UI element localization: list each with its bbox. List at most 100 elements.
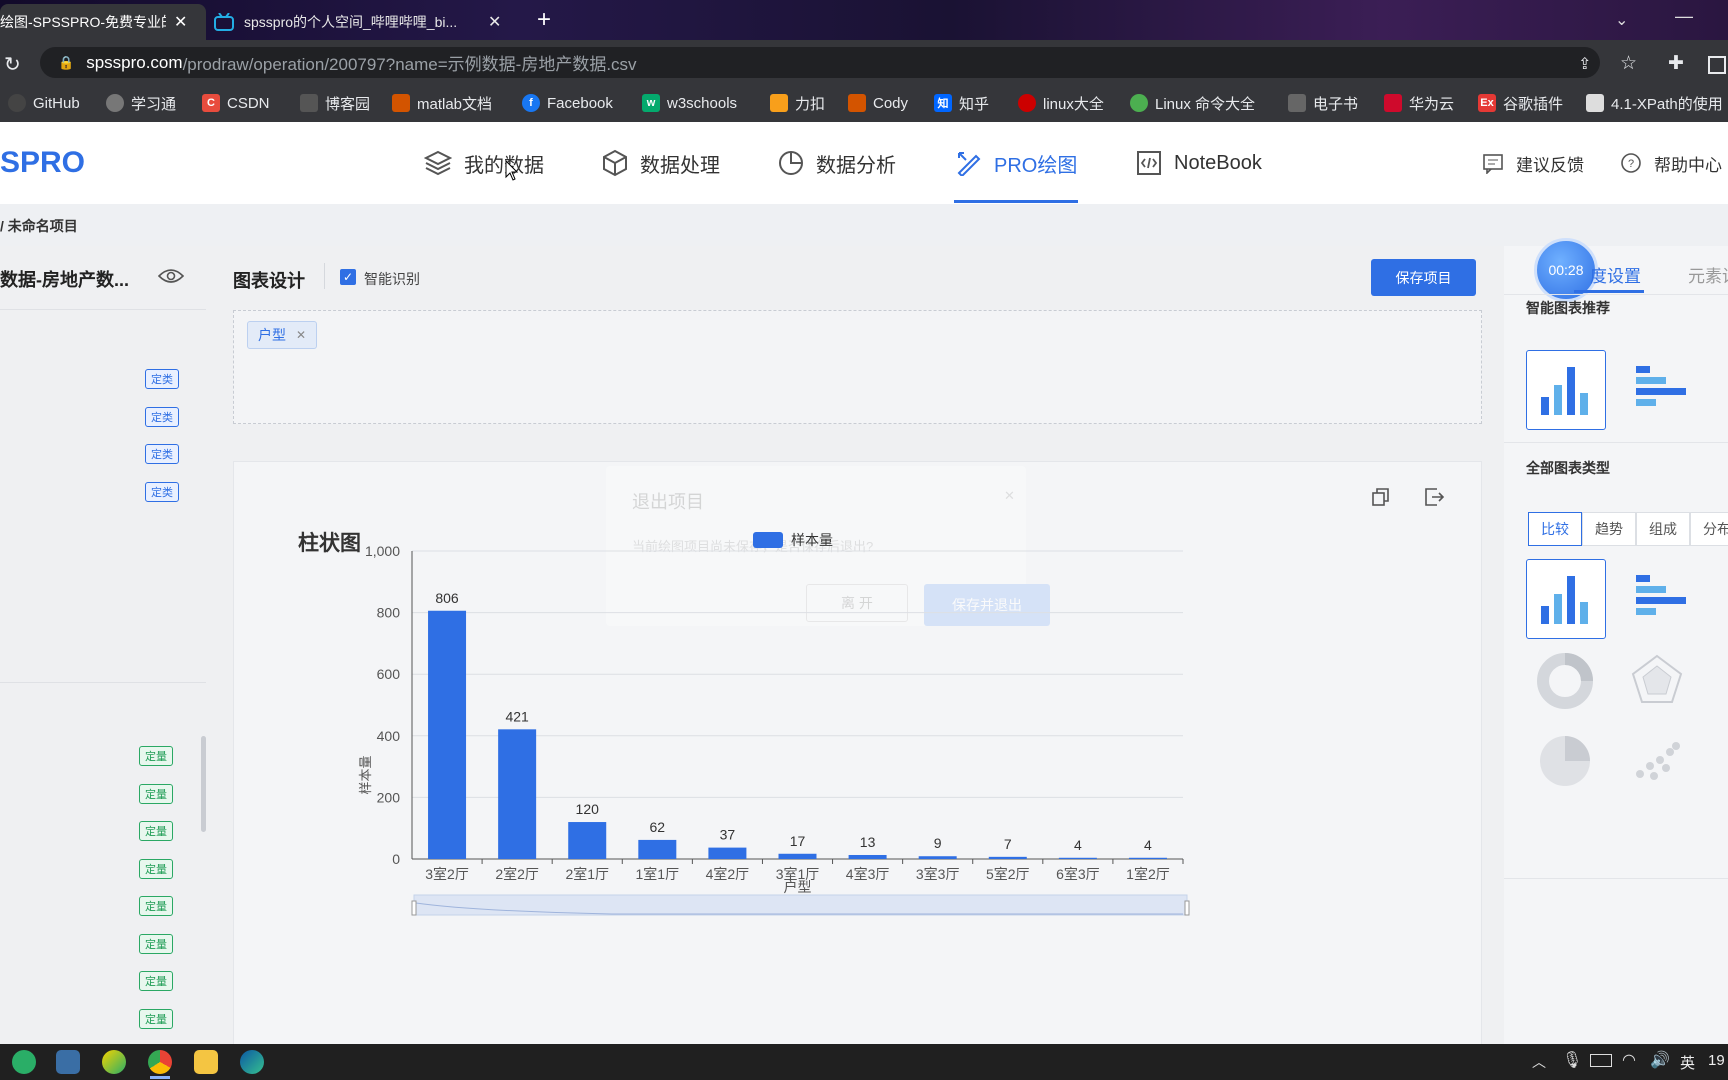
chevron-up-icon[interactable]: ︿ xyxy=(1532,1052,1546,1072)
donut-icon xyxy=(1537,653,1593,709)
bar-value-label: 4 xyxy=(1074,837,1082,853)
chevron-down-icon[interactable]: ⌄ xyxy=(1615,10,1628,30)
x-axis-label: 户型 xyxy=(784,879,812,895)
nav-my-data[interactable]: 我的数据 xyxy=(424,122,544,204)
type-tab-composition[interactable]: 组成 xyxy=(1636,512,1690,546)
star-icon[interactable]: ☆ xyxy=(1620,52,1637,75)
bar-value-label: 9 xyxy=(934,835,942,851)
bookmark-label: Cody xyxy=(873,94,909,112)
bookmark-ebook[interactable]: 电子书 xyxy=(1288,84,1358,122)
legend-swatch xyxy=(753,532,783,548)
close-icon[interactable]: ✕ xyxy=(296,328,306,342)
bookmark-linux-cmd[interactable]: Linux 命令大全 xyxy=(1130,84,1255,122)
url-field[interactable]: 🔒 spsspro.com /prodraw/operation/200797?… xyxy=(40,47,1600,78)
bookmark-zhihu[interactable]: 知知乎 xyxy=(934,84,989,122)
ex-icon: Ex xyxy=(1478,94,1496,112)
message-icon xyxy=(1483,154,1503,174)
bookmark-leetcode[interactable]: 力扣 xyxy=(770,84,825,122)
bar-value-label: 7 xyxy=(1004,836,1012,852)
save-project-button[interactable]: 保存项目 xyxy=(1371,259,1476,296)
tab-spsspro-draw[interactable]: 绘图-SPSSPRO-免费专业的... ✕ xyxy=(0,4,206,40)
close-icon[interactable]: ✕ xyxy=(488,12,501,32)
field-drop-zone[interactable] xyxy=(233,310,1482,424)
thumb-hbar-chart[interactable] xyxy=(1618,559,1696,637)
divider xyxy=(324,263,325,289)
chrome-icon[interactable] xyxy=(148,1050,172,1074)
bilibili-icon xyxy=(214,13,234,31)
nav-notebook[interactable]: NoteBook xyxy=(1136,122,1262,204)
thumb-bar-chart[interactable] xyxy=(1526,559,1606,639)
clock[interactable]: 19 xyxy=(1708,1052,1725,1069)
bookmark-huawei[interactable]: 华为云 xyxy=(1384,84,1454,122)
feedback-label: 建议反馈 xyxy=(1516,155,1584,175)
microphone-icon[interactable]: 🎙 xyxy=(1562,1050,1582,1070)
bookmark-csdn[interactable]: C CSDN xyxy=(202,84,270,122)
type-tab-trend[interactable]: 趋势 xyxy=(1582,512,1636,546)
minimize-icon[interactable]: — xyxy=(1675,6,1693,27)
share-icon[interactable]: ⇪ xyxy=(1578,54,1591,74)
breadcrumb: / 未命名项目 xyxy=(0,204,1728,246)
y-tick-label: 1,000 xyxy=(365,543,400,559)
sidebar-icon[interactable] xyxy=(1708,56,1726,74)
bookmark-matlab[interactable]: matlab文档 xyxy=(392,84,492,122)
thumb-scatter-chart[interactable] xyxy=(1618,722,1696,800)
bookmark-facebook[interactable]: f Facebook xyxy=(522,84,613,122)
cnblogs-icon xyxy=(300,94,318,112)
feedback-link[interactable]: 建议反馈 xyxy=(1482,122,1584,204)
nav-label: 我的数据 xyxy=(464,154,544,177)
thumb-pie-chart[interactable] xyxy=(1526,722,1604,800)
app-icon[interactable] xyxy=(56,1050,80,1074)
bookmark-w3schools[interactable]: w w3schools xyxy=(642,84,737,122)
folder-icon[interactable] xyxy=(194,1050,218,1074)
edge-icon[interactable] xyxy=(240,1050,264,1074)
battery-icon[interactable] xyxy=(1590,1054,1612,1067)
bar-value-label: 62 xyxy=(650,819,666,835)
wifi-icon[interactable]: ◠ xyxy=(1622,1050,1636,1070)
bookmark-xpath[interactable]: 4.1-XPath的使用 xyxy=(1586,84,1723,122)
y-tick-label: 600 xyxy=(377,666,401,682)
type-tab-compare[interactable]: 比较 xyxy=(1528,512,1582,546)
nav-data-analysis[interactable]: 数据分析 xyxy=(778,122,896,204)
ime-indicator[interactable]: 英 xyxy=(1680,1052,1695,1073)
nav-pro-draw[interactable]: PRO绘图 xyxy=(956,122,1077,204)
csdn-icon: C xyxy=(202,94,220,112)
bookmark-cody[interactable]: Cody xyxy=(848,84,908,122)
thumb-hbar-chart[interactable] xyxy=(1618,350,1696,428)
bookmark-linux[interactable]: linux大全 xyxy=(1018,84,1104,122)
wechat-icon[interactable] xyxy=(12,1050,36,1074)
close-icon[interactable]: ✕ xyxy=(174,12,187,32)
lock-icon: 🔒 xyxy=(58,54,75,70)
tab-title: spsspro的个人空间_哔哩哔哩_bi... xyxy=(244,14,458,30)
thumb-radar-chart[interactable] xyxy=(1618,642,1696,720)
thumb-donut-chart[interactable] xyxy=(1526,642,1604,720)
url-host: spsspro.com xyxy=(86,52,183,72)
reload-icon[interactable]: ↻ xyxy=(4,52,21,77)
nav-data-processing[interactable]: 数据处理 xyxy=(602,122,720,204)
divider xyxy=(0,682,206,683)
new-tab-icon[interactable]: + xyxy=(530,6,558,34)
bookmark-xuexitong[interactable]: 学习通 xyxy=(106,84,176,122)
tab-element-settings[interactable]: 元素设 xyxy=(1688,262,1728,287)
active-app-indicator xyxy=(150,1076,170,1079)
field-chip-label: 户型 xyxy=(258,327,286,343)
volume-icon[interactable]: 🔊 xyxy=(1650,1050,1670,1070)
app-icon[interactable] xyxy=(102,1050,126,1074)
field-chip[interactable]: 户型 ✕ xyxy=(247,321,318,349)
bookmark-chrome-ext[interactable]: Ex 谷歌插件 xyxy=(1478,84,1563,122)
tab-bilibili[interactable]: spsspro的个人空间_哔哩哔哩_bi... ✕ xyxy=(214,4,504,40)
bookmark-cnblogs[interactable]: 博客园 xyxy=(300,84,370,122)
help-center-link[interactable]: ? 帮助中心 xyxy=(1620,122,1722,204)
bookmark-github[interactable]: GitHub xyxy=(8,84,80,122)
thumb-bar-chart[interactable] xyxy=(1526,350,1606,430)
smart-recognize-checkbox[interactable]: ✓ xyxy=(340,269,356,285)
ebook-icon xyxy=(1288,94,1306,112)
bar xyxy=(918,856,957,859)
bar xyxy=(1128,857,1167,859)
extensions-icon[interactable]: ✚ xyxy=(1668,52,1684,75)
breadcrumb-current[interactable]: / 未命名项目 xyxy=(0,216,78,236)
dataset-name[interactable]: 数据-房地产数... xyxy=(0,266,129,292)
logo[interactable]: SPRO xyxy=(0,146,85,180)
eye-icon[interactable] xyxy=(158,268,184,284)
type-tab-distribution[interactable]: 分布 xyxy=(1690,512,1728,546)
tab-chart-settings[interactable]: 度设置 xyxy=(1590,262,1641,287)
